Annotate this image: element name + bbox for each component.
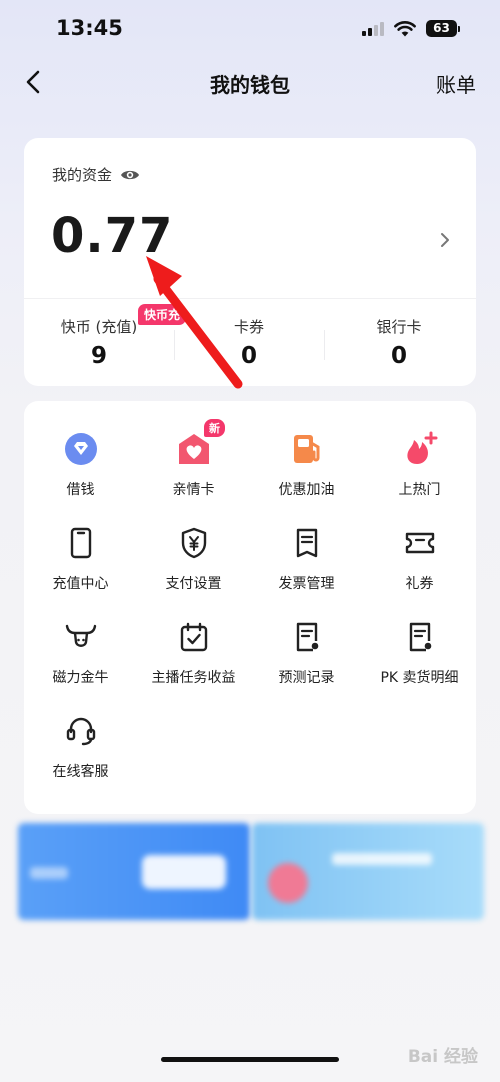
new-badge: 新 xyxy=(204,419,225,437)
phone-icon xyxy=(63,525,99,561)
shield-yen-icon xyxy=(176,525,212,561)
services-card: 借钱 新 亲情卡 优惠加油 上热门 充值中心 支付设置 发票管理 礼券 磁力金牛… xyxy=(24,401,476,814)
service-label: 借钱 xyxy=(66,482,95,498)
calendar-check-icon xyxy=(176,619,212,655)
service-label: 礼券 xyxy=(405,576,434,592)
wifi-icon xyxy=(394,20,416,36)
funds-card[interactable]: 我的资金 0.77 快币 (充值) 9 卡券 0 银行卡 0 快币充 xyxy=(24,138,476,386)
stat-bank-cards[interactable]: 银行卡 0 xyxy=(324,316,474,369)
flame-icon xyxy=(402,431,438,467)
nav-bar: 我的钱包 账单 xyxy=(0,60,500,104)
balance-amount: 0.77 xyxy=(51,208,174,264)
sales-detail-icon xyxy=(402,619,438,655)
bill-button[interactable]: 账单 xyxy=(436,69,476,98)
service-label: 优惠加油 xyxy=(278,482,335,498)
home-indicator xyxy=(161,1057,339,1062)
stat-label: 银行卡 xyxy=(376,318,422,336)
service-streamer-earnings[interactable]: 主播任务收益 xyxy=(137,619,250,713)
ticket-icon xyxy=(402,525,438,561)
loan-icon xyxy=(63,431,99,467)
service-gift-coupon[interactable]: 礼券 xyxy=(363,525,476,619)
service-label: 充值中心 xyxy=(52,576,109,592)
stat-value: 0 xyxy=(390,343,407,369)
battery-level: 63 xyxy=(426,20,457,37)
stat-value: 0 xyxy=(240,343,257,369)
status-icons: 63 xyxy=(362,20,460,37)
funds-stats: 快币 (充值) 9 卡券 0 银行卡 0 xyxy=(24,316,476,369)
service-fuel[interactable]: 优惠加油 xyxy=(250,431,363,525)
stat-separator xyxy=(174,330,175,360)
divider xyxy=(24,298,476,299)
service-label: 发票管理 xyxy=(278,576,335,592)
service-prediction-record[interactable]: 预测记录 xyxy=(250,619,363,713)
promo-banner-right[interactable] xyxy=(252,823,484,920)
status-time: 13:45 xyxy=(56,16,123,40)
service-label: 支付设置 xyxy=(165,576,222,592)
service-payment-settings[interactable]: 支付设置 xyxy=(137,525,250,619)
service-label: 预测记录 xyxy=(278,670,335,686)
service-loan[interactable]: 借钱 xyxy=(24,431,137,525)
stat-separator xyxy=(324,330,325,360)
stat-value: 9 xyxy=(90,343,107,369)
service-label: 在线客服 xyxy=(52,764,109,780)
funds-label: 我的资金 xyxy=(52,166,113,184)
battery-icon: 63 xyxy=(426,20,460,37)
services-grid: 借钱 新 亲情卡 优惠加油 上热门 充值中心 支付设置 发票管理 礼券 磁力金牛… xyxy=(24,419,476,807)
service-recharge-center[interactable]: 充值中心 xyxy=(24,525,137,619)
service-hot[interactable]: 上热门 xyxy=(363,431,476,525)
service-label: PK 卖货明细 xyxy=(380,670,459,686)
service-family-card[interactable]: 新 亲情卡 xyxy=(137,419,250,525)
headset-icon xyxy=(63,713,99,749)
service-label: 磁力金牛 xyxy=(52,670,109,686)
funds-label-row: 我的资金 xyxy=(52,164,140,185)
stat-coupons[interactable]: 卡券 0 xyxy=(174,316,324,369)
service-label: 上热门 xyxy=(398,482,441,498)
fuel-pump-icon xyxy=(289,431,325,467)
recharge-badge: 快币充 xyxy=(138,304,187,325)
promo-banner-left[interactable] xyxy=(18,823,250,920)
chevron-right-icon[interactable] xyxy=(438,232,452,248)
page-title: 我的钱包 xyxy=(210,73,290,97)
record-icon xyxy=(289,619,325,655)
service-label: 亲情卡 xyxy=(172,482,215,498)
cellular-signal-icon xyxy=(362,21,384,36)
stat-label: 卡券 xyxy=(233,318,264,336)
status-bar: 13:45 63 xyxy=(0,0,500,60)
bull-icon xyxy=(63,619,99,655)
watermark: Bai 经验 xyxy=(407,1047,478,1067)
service-invoice[interactable]: 发票管理 xyxy=(250,525,363,619)
service-magnetic-bull[interactable]: 磁力金牛 xyxy=(24,619,137,713)
service-pk-sales-detail[interactable]: PK 卖货明细 xyxy=(363,619,476,713)
invoice-icon xyxy=(289,525,325,561)
service-online-support[interactable]: 在线客服 xyxy=(24,713,137,807)
service-label: 主播任务收益 xyxy=(151,670,236,686)
eye-icon[interactable] xyxy=(120,168,140,182)
